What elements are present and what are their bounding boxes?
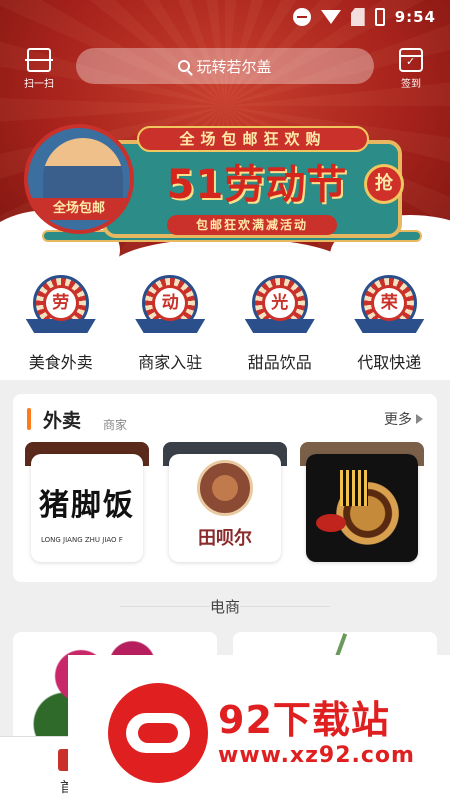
category-badge-icon: 动	[135, 273, 206, 341]
watermark-overlay: 92下载站 www.xz92.com	[68, 655, 450, 799]
category-badge-icon: 荣	[354, 273, 425, 341]
chevron-right-icon	[416, 414, 423, 424]
category-label: 代取快递	[357, 353, 422, 372]
burger-photo	[306, 454, 418, 562]
status-bar: 9:54	[292, 8, 436, 26]
badge-char: 荣	[371, 285, 408, 321]
category-parcel-pickup[interactable]: 荣 代取快递	[339, 265, 439, 380]
signin-label: 签到	[401, 79, 421, 90]
dnd-icon	[292, 8, 311, 26]
more-label: 更多	[384, 412, 412, 428]
sim-icon	[350, 8, 365, 26]
hero-banner-area: 9:54 扫一扫 玩转若尔盖 签到 全场包邮狂欢购 51劳动节 包邮狂欢满减活动…	[0, 0, 450, 265]
status-time: 9:54	[394, 8, 436, 26]
banner-ribbon: 全场包邮狂欢购	[137, 126, 369, 152]
shop-logo: 猪脚饭 LONG JIANG ZHU JIAO F	[31, 454, 143, 562]
category-label: 美食外卖	[28, 353, 93, 372]
shop-card[interactable]: 田呗尔	[163, 442, 287, 568]
section-accent-bar	[27, 408, 31, 430]
category-desserts-drinks[interactable]: 光 甜品饮品	[230, 265, 330, 380]
scan-button[interactable]: 扫一扫	[22, 48, 56, 90]
workers-medal: 全场包邮	[24, 124, 134, 234]
more-link[interactable]: 更多	[384, 409, 423, 429]
shop-photo	[306, 454, 418, 562]
bear-mascot-icon	[197, 460, 253, 516]
category-food-delivery[interactable]: 劳 美食外卖	[11, 265, 111, 380]
badge-char: 光	[261, 285, 298, 321]
divider	[120, 606, 210, 607]
signin-button[interactable]: 签到	[396, 48, 426, 90]
grab-button[interactable]: 抢	[364, 164, 404, 204]
wifi-icon	[320, 10, 341, 24]
takeout-title: 外卖	[43, 410, 82, 432]
scan-label: 扫一扫	[24, 79, 54, 90]
shop-card[interactable]	[300, 442, 424, 568]
banner-subtitle: 包邮狂欢满减活动	[167, 215, 337, 235]
battery-icon	[374, 8, 385, 26]
search-bar[interactable]: 玩转若尔盖	[76, 48, 374, 84]
gamepad-logo-icon	[108, 683, 208, 783]
category-label: 甜品饮品	[247, 353, 312, 372]
scan-icon	[25, 48, 53, 72]
shop-logo: 田呗尔	[169, 454, 281, 562]
ecommerce-section-header: 电商	[0, 596, 450, 617]
ecommerce-title: 电商	[209, 598, 240, 616]
watermark-url: www.xz92.com	[218, 743, 415, 768]
category-badge-icon: 劳	[25, 273, 96, 341]
category-row: 劳 美食外卖 动 商家入驻 光 甜品饮品 荣 代取快递	[0, 265, 450, 380]
banner-title: 51劳动节	[166, 162, 348, 208]
shop-logo-text: 猪脚饭	[39, 488, 135, 523]
watermark-text: 92下载站	[218, 698, 390, 742]
badge-char: 动	[152, 285, 189, 321]
category-badge-icon: 光	[244, 273, 315, 341]
divider	[240, 606, 330, 607]
search-placeholder: 玩转若尔盖	[196, 57, 272, 76]
takeout-card: 外卖 商家 更多 猪脚饭 LONG JIANG ZHU JIAO F 田呗尔	[13, 394, 437, 582]
shop-logo-text: 田呗尔	[198, 528, 252, 549]
search-icon	[178, 60, 191, 72]
takeout-subtitle: 商家	[103, 418, 128, 432]
category-merchant-join[interactable]: 动 商家入驻	[120, 265, 220, 380]
promo-banner[interactable]: 全场包邮狂欢购 51劳动节 包邮狂欢满减活动 抢 全场包邮	[24, 118, 424, 248]
badge-char: 劳	[42, 285, 79, 321]
shop-card[interactable]: 猪脚饭 LONG JIANG ZHU JIAO F	[25, 442, 149, 568]
free-shipping-badge: 全场包邮	[28, 198, 130, 220]
category-label: 商家入驻	[138, 353, 203, 372]
calendar-check-icon	[399, 48, 423, 72]
shop-logo-subtext: LONG JIANG ZHU JIAO F	[41, 536, 123, 544]
